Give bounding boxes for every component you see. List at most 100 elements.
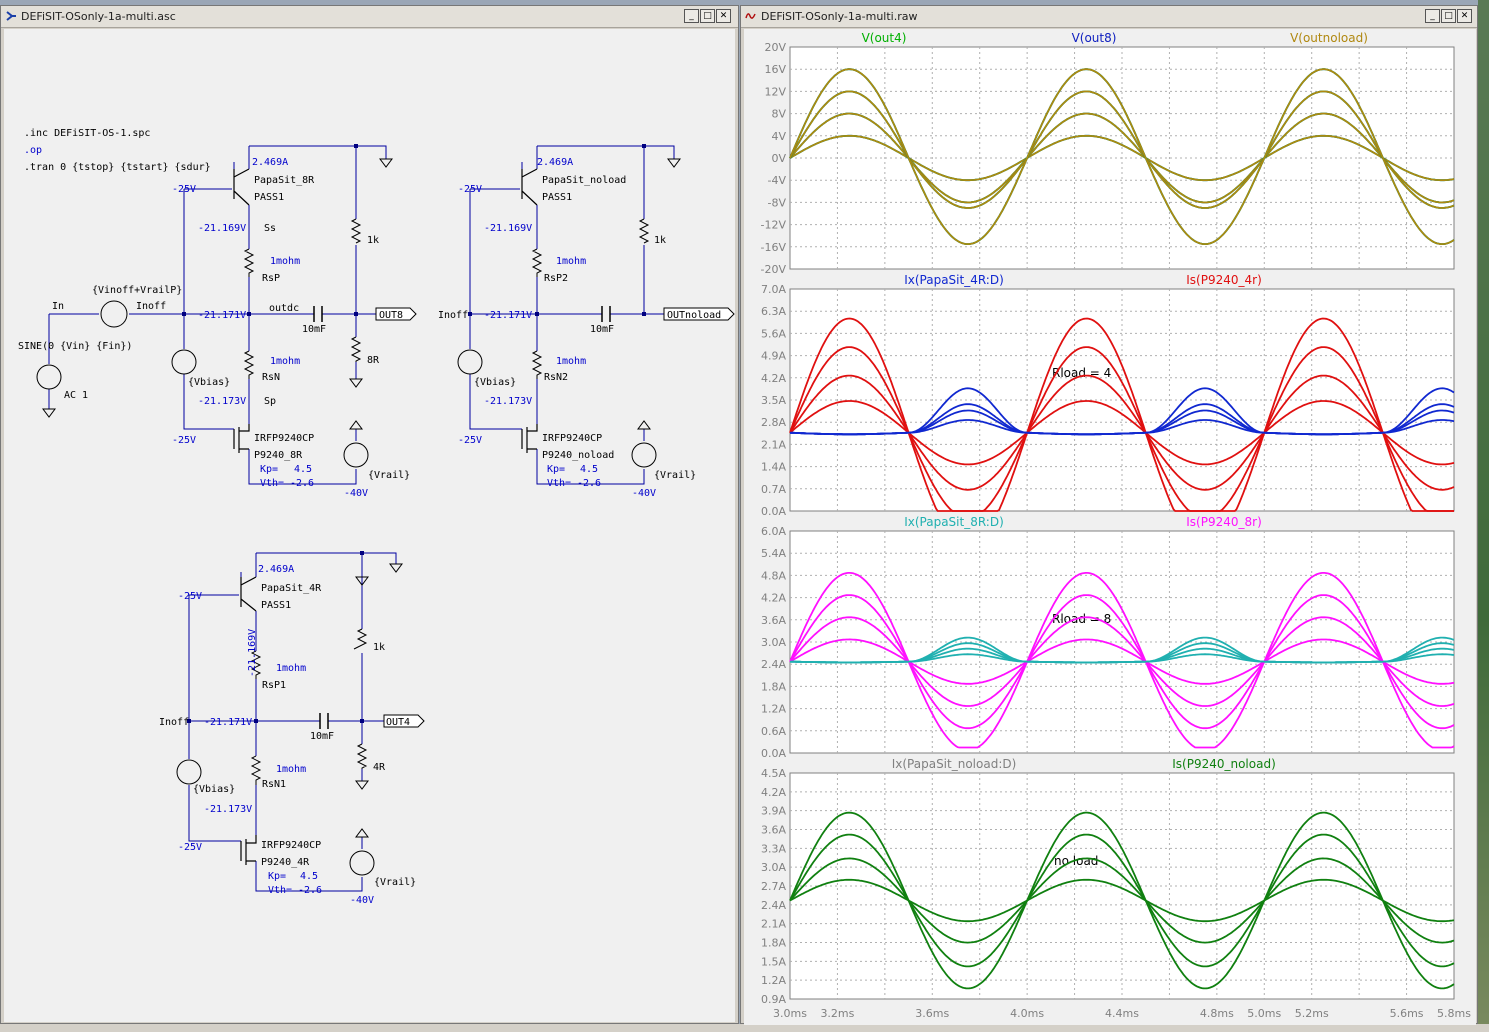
net-inoff-label[interactable]: Inoff: [136, 301, 166, 312]
c1-mos-name[interactable]: P9240_8R: [254, 450, 303, 461]
plot-pane-4[interactable]: 4.5A 4.2A 3.9A 3.6A 3.3A 3.0A 2.7A 2.4A 2.1A 1.8A…: [761, 757, 1455, 1006]
c1-mos-model[interactable]: IRFP9240CP: [254, 433, 314, 444]
c3-kp-label[interactable]: Kp=: [268, 871, 286, 882]
c2-out-port[interactable]: OUTnoload: [667, 310, 721, 321]
c3-inoff-label[interactable]: Inoff: [159, 717, 189, 728]
c1-rsn-name[interactable]: RsN: [262, 372, 280, 383]
c3-rsn-value[interactable]: 1mohm: [276, 764, 306, 775]
c3-rsp-name[interactable]: RsP1: [262, 680, 286, 691]
waveform-titlebar[interactable]: DEFiSIT-OSonly-1a-multi.raw _ □ ✕: [741, 6, 1477, 28]
minimize-button[interactable]: _: [1425, 9, 1440, 23]
c3-out-port[interactable]: OUT4: [386, 717, 410, 728]
sine-source-spec[interactable]: SINE(0 {Vin} {Fin}): [18, 341, 132, 352]
c3-mos-model[interactable]: IRFP9240CP: [261, 840, 321, 851]
c2-jfet-model[interactable]: PASS1: [542, 192, 572, 203]
directive-include[interactable]: .inc DEFiSIT-OS-1.spc: [24, 128, 150, 139]
c3-current-label: 2.469A: [258, 564, 294, 575]
c2-jfet-name[interactable]: PapaSit_noload: [542, 175, 626, 186]
c2-rsn-name[interactable]: RsN2: [544, 372, 568, 383]
c2-rail-label[interactable]: {Vrail}: [654, 470, 696, 481]
c1-vbias-label[interactable]: {Vbias}: [188, 377, 230, 388]
c3-vbias-label[interactable]: {Vbias}: [193, 784, 235, 795]
c1-rsp-name[interactable]: RsP: [262, 273, 280, 284]
c1-kp-label[interactable]: Kp=: [260, 464, 278, 475]
c1-rload[interactable]: 8R: [367, 355, 380, 366]
waveform-plot-area[interactable]: 20V 16V 12V 8V 4V 0V -4V -8V -12V -16V -20V V(out4)…: [744, 29, 1476, 1025]
c1-rsn-value[interactable]: 1mohm: [270, 356, 300, 367]
port-flags: [375, 307, 735, 728]
plot-pane-2[interactable]: 7.0A 6.3A 5.6A 4.9A 4.2A 3.5A 2.8A 2.1A 1.4A 0.7A…: [761, 273, 1455, 518]
schematic-titlebar[interactable]: DEFiSIT-OSonly-1a-multi.asc _ □ ✕: [1, 6, 738, 28]
directive-tran[interactable]: .tran 0 {tstop} {tstart} {sdur}: [24, 162, 211, 173]
c1-jfet-name[interactable]: PapaSit_8R: [254, 175, 315, 186]
c1-outdc-label[interactable]: outdc: [269, 303, 299, 314]
c2-r1k[interactable]: 1k: [654, 235, 666, 246]
directive-op[interactable]: .op: [24, 145, 42, 156]
c3-r1k[interactable]: 1k: [373, 642, 385, 653]
c1-rsp-value[interactable]: 1mohm: [270, 256, 300, 267]
trace-name: V(out8): [1072, 31, 1117, 45]
c1-out-port[interactable]: OUT8: [379, 310, 403, 321]
c2-vbias-label[interactable]: {Vbias}: [474, 377, 516, 388]
c2-ss-voltage: -21.169V: [484, 223, 532, 234]
schematic-drawing[interactable]: .inc DEFiSIT-OS-1.spc .op .tran 0 {tstop…: [4, 29, 735, 1022]
x-tick-label: 3.0ms: [773, 1007, 807, 1020]
c3-rsn-name[interactable]: RsN1: [262, 779, 286, 790]
resistors: [243, 218, 650, 785]
vin-source-value[interactable]: {Vinoff+VrailP}: [92, 285, 182, 296]
plot-pane-1[interactable]: 20V 16V 12V 8V 4V 0V -4V -8V -12V -16V -20V V(out4)…: [761, 31, 1455, 276]
close-button[interactable]: ✕: [1457, 9, 1472, 23]
net-in-label[interactable]: In: [52, 301, 64, 312]
c1-kp-value[interactable]: 4.5: [294, 464, 312, 475]
trace-name: Is(P9240_8r): [1186, 515, 1262, 529]
c3-jfet-model[interactable]: PASS1: [261, 600, 291, 611]
c1-rail-label[interactable]: {Vrail}: [368, 470, 410, 481]
close-button[interactable]: ✕: [716, 9, 731, 23]
c2-kp-label[interactable]: Kp=: [547, 464, 565, 475]
c1-cap-value[interactable]: 10mF: [302, 324, 326, 335]
c3-rsp-value[interactable]: 1mohm: [276, 663, 306, 674]
schematic-canvas[interactable]: .inc DEFiSIT-OS-1.spc .op .tran 0 {tstop…: [4, 29, 735, 1022]
c2-gate2-voltage: -25V: [458, 435, 482, 446]
c3-rail-label[interactable]: {Vrail}: [374, 877, 416, 888]
trace-name: Ix(PapaSit_noload:D): [892, 757, 1017, 771]
c3-rload[interactable]: 4R: [373, 762, 386, 773]
c2-kp-value[interactable]: 4.5: [580, 464, 598, 475]
c3-cap-value[interactable]: 10mF: [310, 731, 334, 742]
y-tick-label: -16V: [761, 241, 787, 254]
y-tick-label: 1.8A: [761, 680, 786, 693]
c1-r1k[interactable]: 1k: [367, 235, 379, 246]
y-tick-label: 2.7A: [761, 880, 786, 893]
plot-pane-3[interactable]: 6.0A 5.4A 4.8A 4.2A 3.6A 3.0A 2.4A 1.8A 1.2A 0.6A…: [761, 515, 1455, 760]
c2-mos-name[interactable]: P9240_noload: [542, 450, 614, 461]
c2-rail-voltage: -40V: [632, 488, 656, 499]
c3-vth-value[interactable]: -2.6: [298, 885, 322, 896]
c1-vth-value[interactable]: -2.6: [290, 478, 314, 489]
waveform-window-title: DEFiSIT-OSonly-1a-multi.raw: [761, 10, 918, 23]
c1-sp-label[interactable]: Sp: [264, 396, 276, 407]
c3-sp-voltage: -21.173V: [204, 804, 252, 815]
maximize-button[interactable]: □: [700, 9, 715, 23]
c2-rsp-value[interactable]: 1mohm: [556, 256, 586, 267]
c3-jfet-name[interactable]: PapaSit_4R: [261, 583, 322, 594]
c1-vth-label[interactable]: Vth=: [260, 478, 284, 489]
c1-ss-label[interactable]: Ss: [264, 223, 276, 234]
c2-rsp-name[interactable]: RsP2: [544, 273, 568, 284]
c2-vth-value[interactable]: -2.6: [577, 478, 601, 489]
c3-mos-name[interactable]: P9240_4R: [261, 857, 310, 868]
c2-mos-model[interactable]: IRFP9240CP: [542, 433, 602, 444]
c2-rsn-value[interactable]: 1mohm: [556, 356, 586, 367]
minimize-button[interactable]: _: [684, 9, 699, 23]
ac-source-label[interactable]: AC 1: [64, 390, 88, 401]
x-tick-label: 3.6ms: [915, 1007, 949, 1020]
waveform-canvas[interactable]: 20V 16V 12V 8V 4V 0V -4V -8V -12V -16V -20V V(out4)…: [744, 29, 1476, 1025]
c3-vth-label[interactable]: Vth=: [268, 885, 292, 896]
y-tick-label: 4.5A: [761, 767, 786, 780]
c2-cap-value[interactable]: 10mF: [590, 324, 614, 335]
schematic-window: DEFiSIT-OSonly-1a-multi.asc _ □ ✕ .inc D…: [0, 5, 739, 1024]
c2-vth-label[interactable]: Vth=: [547, 478, 571, 489]
c3-kp-value[interactable]: 4.5: [300, 871, 318, 882]
maximize-button[interactable]: □: [1441, 9, 1456, 23]
c2-inoff-label[interactable]: Inoff: [438, 310, 468, 321]
c1-jfet-model[interactable]: PASS1: [254, 192, 284, 203]
